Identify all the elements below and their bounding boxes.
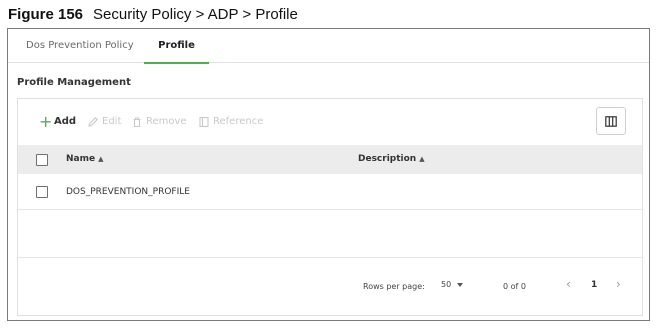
plus-icon: + — [39, 112, 53, 131]
pencil-icon — [87, 116, 99, 128]
section-title: Profile Management — [17, 77, 131, 88]
column-name-label: Name — [66, 154, 96, 164]
rows-per-page-value: 50 — [441, 280, 452, 289]
select-all-checkbox[interactable] — [36, 154, 48, 166]
current-page[interactable]: 1 — [591, 280, 597, 290]
add-label: Add — [54, 116, 77, 127]
tab-bar: Dos Prevention Policy Profile — [8, 29, 649, 64]
record-count: 0 of 0 — [503, 282, 526, 291]
edit-button[interactable]: Edit — [87, 114, 121, 130]
profile-management-panel: + Add Edit Remove Reference Name ▲︎ Desc… — [17, 98, 643, 316]
active-tab-indicator — [144, 62, 209, 64]
trash-icon — [131, 116, 143, 128]
chevron-left-icon[interactable]: ‹ — [566, 277, 571, 291]
figure-caption: Figure 156 Security Policy > ADP > Profil… — [8, 6, 298, 23]
toolbar: + Add Edit Remove Reference — [18, 99, 642, 145]
sort-icon: ▲︎ — [419, 155, 425, 163]
column-header-description[interactable]: Description ▲︎ — [358, 145, 425, 174]
reference-icon — [198, 116, 210, 128]
tab-profile-label: Profile — [158, 40, 195, 51]
reference-button[interactable]: Reference — [198, 114, 263, 130]
rows-per-page-label: Rows per page: — [363, 282, 425, 291]
tab-dos-prevention-policy[interactable]: Dos Prevention Policy — [26, 29, 134, 63]
column-settings-button[interactable] — [596, 107, 626, 135]
remove-label: Remove — [146, 116, 187, 127]
add-button[interactable]: + Add — [39, 114, 76, 130]
caret-down-icon — [457, 282, 464, 287]
profile-name-cell: DOS_PREVENTION_PROFILE — [66, 187, 190, 197]
pagination-bar: Rows per page: 50 0 of 0 ‹ 1 › — [18, 257, 642, 317]
table-row[interactable]: DOS_PREVENTION_PROFILE — [18, 174, 642, 210]
screenshot-frame: Dos Prevention Policy Profile Profile Ma… — [7, 28, 650, 321]
columns-icon — [605, 112, 617, 131]
table-header: Name ▲︎ Description ▲︎ — [18, 145, 642, 174]
figure-number: Figure 156 — [8, 6, 84, 23]
figure-title: Security Policy > ADP > Profile — [93, 6, 298, 23]
row-checkbox[interactable] — [36, 186, 48, 198]
remove-button[interactable]: Remove — [131, 114, 187, 130]
column-description-label: Description — [358, 154, 417, 164]
sort-icon: ▲︎ — [98, 155, 104, 163]
column-header-name[interactable]: Name ▲︎ — [66, 145, 103, 174]
chevron-right-icon[interactable]: › — [616, 277, 621, 291]
reference-label: Reference — [213, 116, 264, 127]
edit-label: Edit — [102, 116, 122, 127]
rows-per-page-select[interactable]: 50 — [441, 280, 464, 289]
tab-profile[interactable]: Profile — [144, 29, 209, 64]
